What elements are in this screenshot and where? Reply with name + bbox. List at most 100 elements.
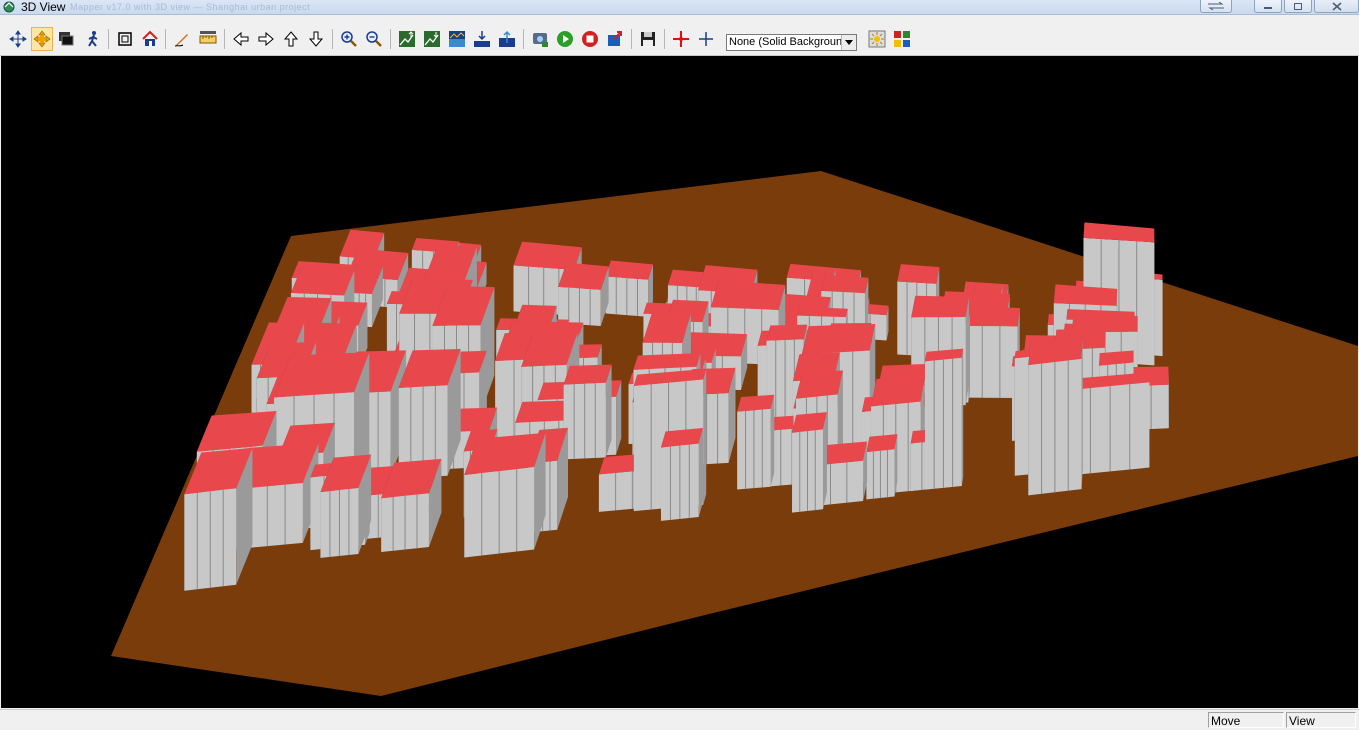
toolbar-separator bbox=[390, 29, 391, 49]
toolbar-separator bbox=[108, 29, 109, 49]
save-icon bbox=[639, 30, 657, 48]
building-roof bbox=[564, 365, 612, 385]
building-roof bbox=[802, 324, 876, 354]
arrow-up-icon bbox=[282, 30, 300, 48]
toolbar-separator bbox=[332, 29, 333, 49]
crosshair-red-icon bbox=[672, 30, 690, 48]
building-wall bbox=[1082, 338, 1083, 489]
down-button[interactable] bbox=[305, 27, 327, 51]
exaggeration-down-button[interactable] bbox=[421, 27, 443, 51]
home-button[interactable] bbox=[139, 27, 161, 51]
stop-icon bbox=[581, 30, 599, 48]
walk-icon bbox=[84, 30, 102, 48]
draw-icon bbox=[173, 30, 191, 48]
maximize-icon bbox=[1293, 2, 1303, 11]
lower-icon bbox=[473, 30, 491, 48]
left-button[interactable] bbox=[230, 27, 252, 51]
building-wall bbox=[771, 395, 775, 487]
status-mode: Move bbox=[1208, 712, 1284, 728]
window-title: 3D View bbox=[21, 0, 65, 14]
save-button[interactable] bbox=[637, 27, 659, 51]
home-icon bbox=[141, 30, 159, 48]
water-level-button[interactable] bbox=[446, 27, 468, 51]
move-icon bbox=[33, 30, 51, 48]
window-controls bbox=[1200, 0, 1359, 14]
exaggeration-up-button[interactable] bbox=[396, 27, 418, 51]
background-select-value: None (Solid Backgroun bbox=[729, 36, 842, 48]
play-button[interactable] bbox=[554, 27, 576, 51]
crosshair-blue-icon bbox=[697, 30, 715, 48]
pan-button[interactable] bbox=[7, 27, 29, 51]
status-bar: Move View bbox=[0, 709, 1359, 730]
export-button[interactable] bbox=[604, 27, 626, 51]
building-roof bbox=[766, 325, 807, 341]
crosshair-blue-button[interactable] bbox=[695, 27, 717, 51]
measure-button[interactable] bbox=[197, 27, 219, 51]
water-level-icon bbox=[448, 30, 466, 48]
raise-button[interactable] bbox=[496, 27, 518, 51]
minimize-button[interactable] bbox=[1254, 0, 1282, 13]
background-select[interactable]: None (Solid Backgroun bbox=[726, 34, 857, 51]
export-icon bbox=[606, 30, 624, 48]
restore-arrows-button[interactable] bbox=[1200, 0, 1232, 13]
layers-icon bbox=[57, 30, 75, 48]
zoom-out-icon bbox=[365, 30, 383, 48]
toolbar-separator bbox=[165, 29, 166, 49]
raise-icon bbox=[498, 30, 516, 48]
zoom-in-icon bbox=[340, 30, 358, 48]
vertical-exaggeration-down-icon bbox=[423, 30, 441, 48]
options-button[interactable] bbox=[891, 27, 913, 51]
chevron-down-icon[interactable] bbox=[841, 35, 856, 50]
ruler-icon bbox=[199, 30, 217, 48]
lighting-icon bbox=[868, 30, 886, 48]
walk-button[interactable] bbox=[82, 27, 104, 51]
building-roof bbox=[821, 275, 868, 293]
toolbar-separator bbox=[631, 29, 632, 49]
building-roof bbox=[291, 266, 354, 295]
settings-button[interactable] bbox=[529, 27, 551, 51]
play-icon bbox=[556, 30, 574, 48]
close-button[interactable] bbox=[1314, 0, 1359, 13]
crosshair-red-button[interactable] bbox=[670, 27, 692, 51]
arrow-left-icon bbox=[232, 30, 250, 48]
building-wall bbox=[962, 349, 963, 486]
arrow-right-icon bbox=[257, 30, 275, 48]
pan-icon bbox=[9, 30, 27, 48]
settings-icon bbox=[531, 30, 549, 48]
building-wall bbox=[699, 428, 703, 517]
zoom-out-button[interactable] bbox=[363, 27, 385, 51]
title-bar: 3D View Mapper v17.0 with 3D view — Shan… bbox=[0, 0, 1359, 15]
swap-icon bbox=[1207, 1, 1225, 11]
frame-button[interactable] bbox=[114, 27, 136, 51]
toolbar-separator bbox=[224, 29, 225, 49]
document-title: Mapper v17.0 with 3D view — Shanghai urb… bbox=[70, 1, 310, 13]
building-roof bbox=[866, 434, 897, 452]
lower-button[interactable] bbox=[471, 27, 493, 51]
building-roof bbox=[711, 281, 785, 310]
zoom-in-button[interactable] bbox=[338, 27, 360, 51]
toolbar-separator bbox=[523, 29, 524, 49]
arrow-down-icon bbox=[307, 30, 325, 48]
lighting-button[interactable] bbox=[866, 27, 888, 51]
layers-button[interactable] bbox=[55, 27, 77, 51]
up-button[interactable] bbox=[280, 27, 302, 51]
building-roof bbox=[897, 264, 939, 284]
vertical-exaggeration-up-icon bbox=[398, 30, 416, 48]
building-roof bbox=[796, 370, 843, 398]
stop-button[interactable] bbox=[579, 27, 601, 51]
right-button[interactable] bbox=[255, 27, 277, 51]
toolbar-separator bbox=[664, 29, 665, 49]
building-roof bbox=[911, 296, 969, 317]
draw-button[interactable] bbox=[171, 27, 193, 51]
building-wall bbox=[703, 369, 706, 505]
app-icon bbox=[2, 0, 16, 13]
maximize-button[interactable] bbox=[1284, 0, 1312, 13]
frame-icon bbox=[116, 30, 134, 48]
3d-viewport[interactable] bbox=[1, 56, 1358, 708]
close-icon bbox=[1332, 2, 1342, 11]
city-scene bbox=[1, 56, 1358, 708]
building-roof bbox=[558, 263, 609, 290]
move-button[interactable] bbox=[31, 27, 53, 51]
status-view: View bbox=[1286, 712, 1356, 728]
options-icon bbox=[893, 30, 911, 48]
